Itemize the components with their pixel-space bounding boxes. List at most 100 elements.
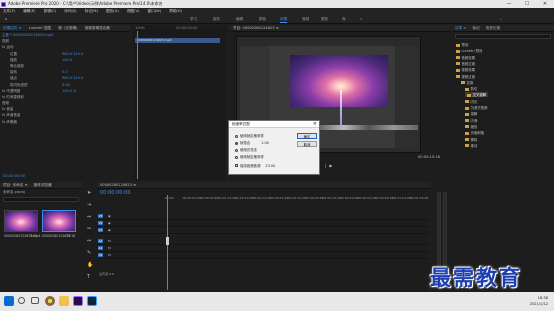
workspace-editing[interactable]: 编辑 (236, 17, 243, 22)
menu-file[interactable]: 文件(F) (3, 9, 15, 13)
workspace-graphics[interactable]: 图形 (321, 17, 328, 22)
effects-tree-item[interactable]: 沉浸式视频 (465, 105, 487, 110)
tab-media-browser[interactable]: 媒体浏览器 (34, 183, 52, 187)
track-target-label[interactable]: V1 (98, 228, 103, 232)
dialog-close-icon[interactable]: × (313, 121, 317, 128)
audio-track[interactable]: A1 M (97, 239, 430, 245)
menu-graphics[interactable]: 图形(G) (106, 9, 119, 13)
close-button[interactable]: ✕ (536, 0, 554, 8)
radio-selected-icon[interactable] (235, 141, 238, 145)
tab-audio-mixer[interactable]: 音频剪辑混合器 (85, 26, 110, 30)
menu-view[interactable]: 视图(V) (127, 9, 139, 13)
tab-source[interactable]: 源: (无剪辑) (58, 26, 78, 30)
browser-icon[interactable] (45, 296, 55, 306)
workspace-more-icon[interactable]: » (360, 17, 362, 21)
playhead-line[interactable] (137, 31, 138, 179)
mute-icon[interactable]: M (108, 239, 111, 243)
mute-icon[interactable]: M (108, 253, 111, 257)
workspace-libraries[interactable]: 库 (342, 17, 346, 22)
radio-icon[interactable] (235, 148, 238, 152)
clip-marker[interactable] (166, 237, 169, 245)
pen-tool-icon[interactable]: ✎ (87, 250, 91, 256)
effects-tree-item[interactable]: 溶解 (465, 111, 477, 116)
sequence-thumbnail[interactable] (42, 210, 76, 232)
search-icon[interactable]: ⌕ (500, 17, 502, 21)
source-label[interactable]: 主要 * 00000280124623.mp4 (2, 33, 53, 37)
menu-markers[interactable]: 标记(M) (85, 9, 98, 13)
clip-bar[interactable]: 00000280124623.mp4 (135, 38, 220, 43)
type-tool-icon[interactable]: T (87, 274, 90, 280)
dialog-value[interactable]: 1.00 (261, 141, 269, 145)
eye-icon[interactable]: ◉ (108, 228, 111, 232)
dialog-ok-button[interactable]: 确定 (297, 133, 317, 139)
effects-tree-item[interactable]: 闪光 (465, 99, 477, 104)
tab-program[interactable]: 节目: 00000280124623 ≡ (233, 26, 279, 30)
tab-effects[interactable]: 效果 ≡ (455, 26, 466, 30)
effects-tree-item[interactable]: 缩放 (465, 124, 477, 129)
menu-edit[interactable]: 编辑(E) (23, 9, 35, 13)
effects-tree-item[interactable]: Lumetri 预设 (456, 48, 482, 53)
audio-track[interactable]: A3 M (97, 253, 430, 259)
workspace-effects[interactable]: 效果 (280, 17, 288, 23)
slip-tool-icon[interactable]: ↔ (87, 238, 91, 244)
dialog-cancel-button[interactable]: 取消 (297, 141, 317, 147)
effects-tree-item[interactable]: 预设 (456, 42, 468, 47)
tab-markers[interactable]: 标记 (473, 26, 480, 30)
video-track[interactable]: V3 ◉ (97, 214, 430, 220)
effects-tree-item[interactable]: 剪切 (465, 86, 477, 91)
tab-lumetri-scopes[interactable]: Lumetri 范围 (29, 26, 51, 30)
video-track[interactable]: V1 ◉ (97, 228, 430, 234)
track-target-label[interactable]: V2 (98, 221, 103, 225)
effect-row[interactable]: fx 声像器 (0, 119, 130, 125)
menu-window[interactable]: 窗口(W) (148, 9, 162, 13)
audio-track[interactable]: A2 M (97, 246, 430, 252)
effects-tree-item[interactable]: 变换 (461, 80, 473, 85)
premiere-taskbar-icon[interactable] (73, 296, 83, 306)
workspace-color[interactable]: 颜色 (259, 17, 266, 22)
hand-tool-icon[interactable]: ✋ (87, 262, 93, 268)
tab-history[interactable]: 历史记录 (486, 26, 500, 30)
menu-sequence[interactable]: 序列(S) (64, 9, 76, 13)
step-forward-icon[interactable]: |▶ (325, 163, 335, 168)
dialog-option-1[interactable]: 使用帧定格采样 (235, 133, 264, 138)
workspace-learn[interactable]: 学习 (190, 17, 197, 22)
effects-search-input[interactable] (455, 34, 551, 39)
selection-tool-icon[interactable]: ➤ (87, 190, 91, 196)
photoshop-taskbar-icon[interactable] (87, 296, 97, 306)
effects-tree-item[interactable]: 视频效果 (456, 67, 475, 72)
task-view-icon[interactable] (31, 297, 39, 304)
workspace-assembly[interactable]: 组件 (213, 17, 220, 22)
track-target-label[interactable]: V3 (98, 214, 103, 218)
system-clock[interactable]: 18:38 2021/1/12 (530, 295, 548, 307)
effects-tree-item[interactable]: 音频过渡 (456, 61, 475, 66)
track-target-label[interactable]: A3 (98, 253, 103, 257)
effects-tree-item[interactable]: 视频过渡 (456, 74, 475, 79)
home-icon[interactable]: ⌂ (5, 17, 7, 21)
tab-project[interactable]: 项目: 未命名 ≡ (3, 183, 27, 187)
media-thumbnail[interactable] (4, 210, 38, 232)
ripple-edit-icon[interactable]: ⇔ (87, 214, 91, 220)
effects-tree-item[interactable]: 擦除 (465, 137, 477, 142)
menu-clip[interactable]: 剪辑(C) (44, 9, 57, 13)
tab-effect-controls[interactable]: 效果控件 ≡ (3, 26, 22, 30)
workspace-audio[interactable]: 音频 (302, 17, 309, 22)
track-target-label[interactable]: A1 (98, 239, 103, 243)
minimize-button[interactable]: — (500, 0, 518, 8)
track-select-icon[interactable]: ⇥ (87, 202, 91, 208)
effects-tree-item[interactable]: 页面剥落 (465, 130, 484, 135)
effects-tree-item[interactable]: 内滑 (465, 118, 477, 123)
maximize-button[interactable]: ☐ (518, 0, 536, 8)
radio-icon[interactable] (235, 155, 238, 159)
tab-sequence[interactable]: 00000280124623 ≡ (100, 183, 136, 187)
dialog-checkbox[interactable]: 保持音频音调 23.00 (235, 163, 275, 168)
eye-icon[interactable]: ◉ (108, 214, 111, 218)
eye-icon[interactable]: ◉ (108, 221, 111, 225)
radio-icon[interactable] (235, 134, 238, 138)
mute-icon[interactable]: M (108, 246, 111, 250)
track-target-label[interactable]: A2 (98, 246, 103, 250)
dialog-option-4[interactable]: 使用帧定格采样 (235, 154, 264, 159)
menu-help[interactable]: 帮助(H) (169, 9, 182, 13)
windows-start-icon[interactable] (4, 296, 14, 306)
checkbox-icon[interactable] (235, 164, 238, 167)
dialog-option-2[interactable]: 帧混合 1.00 (235, 140, 269, 145)
